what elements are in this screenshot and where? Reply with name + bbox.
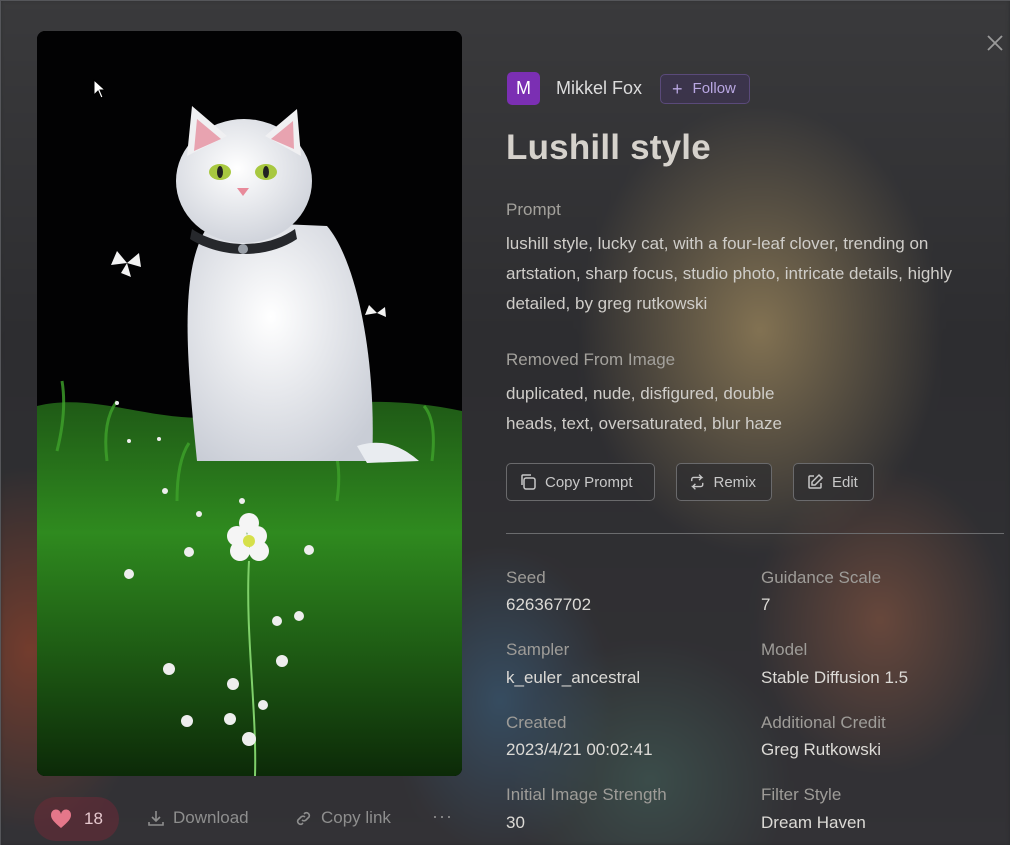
heart-icon [51, 809, 72, 828]
seed-value: 626367702 [506, 595, 592, 614]
copy-icon [521, 474, 536, 490]
copy-prompt-button[interactable]: Copy Prompt [506, 463, 655, 501]
more-options-button[interactable]: ··· [432, 806, 453, 827]
model-label: Model [761, 640, 808, 659]
guidance-scale-label: Guidance Scale [761, 568, 882, 587]
download-icon [148, 811, 164, 826]
copy-link-button[interactable]: Copy link [294, 808, 391, 828]
remix-label: Remix [713, 473, 756, 491]
negative-prompt-label: Removed From Image [506, 350, 676, 369]
download-label: Download [173, 808, 249, 827]
follow-label: Follow [692, 80, 736, 97]
negative-line: duplicated, nude, disfigured, double [506, 384, 775, 403]
mouse-pointer-icon [93, 79, 107, 99]
prompt-label: Prompt [506, 200, 561, 219]
window-border [0, 0, 1010, 1]
remix-icon [691, 474, 704, 490]
link-icon [296, 811, 311, 825]
created-value: 2023/4/21 00:02:41 [506, 740, 653, 759]
author-name[interactable]: Mikkel Fox [556, 78, 642, 99]
guidance-scale-value: 7 [761, 595, 771, 614]
sampler-value: k_euler_ancestral [506, 668, 641, 687]
close-icon [987, 35, 1003, 51]
prompt-line: artstation, sharp focus, studio photo, i… [506, 264, 953, 283]
plus-icon: + [672, 78, 683, 99]
filter-style-label: Filter Style [761, 785, 842, 804]
edit-icon [808, 473, 824, 489]
prompt-line: detailed, by greg rutkowski [506, 294, 708, 313]
section-divider [506, 533, 1004, 534]
action-buttons: Copy Prompt Remix Edit [506, 463, 895, 501]
like-button[interactable]: 18 [34, 797, 119, 841]
additional-credit-label: Additional Credit [761, 713, 886, 732]
seed-label: Seed [506, 568, 546, 587]
copy-link-label: Copy link [321, 808, 391, 827]
generated-image[interactable] [37, 31, 462, 776]
close-button[interactable] [982, 30, 1008, 56]
remix-button[interactable]: Remix [676, 463, 772, 501]
prompt-text: lushill style, lucky cat, with a four-le… [506, 229, 952, 319]
edit-label: Edit [832, 473, 858, 491]
avatar[interactable]: M [507, 72, 540, 105]
model-value: Stable Diffusion 1.5 [761, 668, 909, 687]
filter-style-value: Dream Haven [761, 813, 866, 832]
sampler-label: Sampler [506, 640, 570, 659]
copy-prompt-label: Copy Prompt [545, 473, 633, 491]
created-label: Created [506, 713, 567, 732]
image-strength-label: Initial Image Strength [506, 785, 667, 804]
window-border-left [0, 0, 1, 845]
author-row: M Mikkel Fox + Follow [507, 72, 750, 105]
image-strength-value: 30 [506, 813, 525, 832]
download-button[interactable]: Download [147, 808, 249, 828]
negative-line: heads, text, oversaturated, blur haze [506, 414, 782, 433]
like-count: 18 [84, 809, 103, 828]
follow-button[interactable]: + Follow [660, 73, 750, 104]
prompt-line: lushill style, lucky cat, with a four-le… [506, 234, 929, 253]
negative-prompt-text: duplicated, nude, disfigured, double hea… [506, 379, 782, 439]
page-title: Lushill style [506, 128, 711, 167]
edit-button[interactable]: Edit [793, 463, 874, 501]
additional-credit-value: Greg Rutkowski [761, 740, 881, 759]
